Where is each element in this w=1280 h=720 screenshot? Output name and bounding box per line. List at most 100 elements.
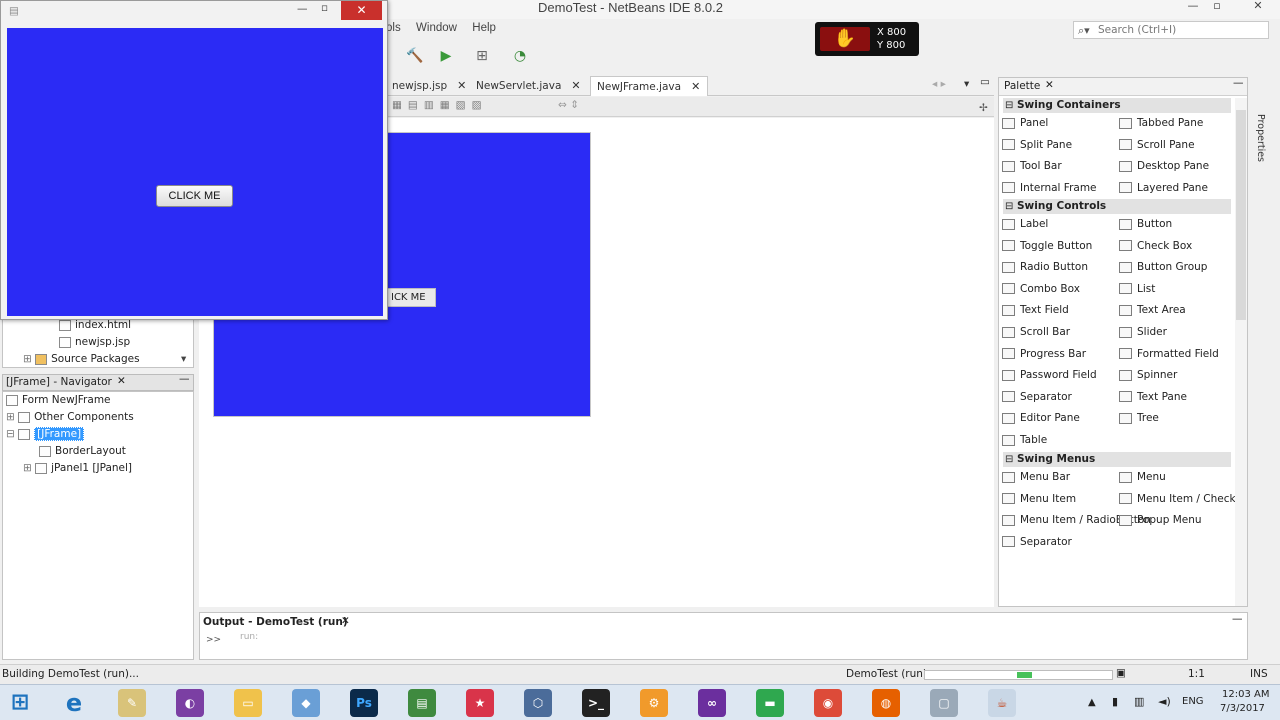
palette-item[interactable]: Button Group <box>1119 257 1207 277</box>
palette-item[interactable]: Label <box>1002 214 1048 234</box>
java-app-icon[interactable]: ☕ <box>988 689 1016 717</box>
palette-item[interactable]: Formatted Field <box>1119 344 1219 364</box>
category-swing-controls[interactable]: Swing Controls <box>1003 199 1231 214</box>
chrome-icon[interactable]: ◉ <box>814 689 842 717</box>
palette-item[interactable]: Layered Pane <box>1119 178 1208 198</box>
category-swing-menus[interactable]: Swing Menus <box>1003 452 1231 467</box>
profile-icon[interactable]: ◔ <box>508 45 532 67</box>
palette-item[interactable]: Spinner <box>1119 365 1177 385</box>
design-clickme-button[interactable]: ICK ME <box>386 288 436 307</box>
maximize-icon[interactable]: ▫ <box>321 2 328 14</box>
search-input[interactable]: ⌕▾ Search (Ctrl+I) <box>1073 21 1269 39</box>
palette-item[interactable]: Separator <box>1002 387 1072 407</box>
rerun-icon[interactable]: >> <box>206 635 221 645</box>
tree-item-other-components[interactable]: ⊞ Other Components <box>6 409 134 426</box>
palette-item[interactable]: Desktop Pane <box>1119 156 1209 176</box>
tree-item-source-packages[interactable]: ⊞ Source Packages <box>23 351 140 368</box>
palette-item[interactable]: Internal Frame <box>1002 178 1097 198</box>
tab-list-icon[interactable]: ▾ <box>964 78 969 90</box>
close-icon[interactable]: ✕ <box>341 615 350 627</box>
close-icon[interactable]: ✕ <box>691 80 700 93</box>
star-app-icon[interactable]: ★ <box>466 689 494 717</box>
palette-item[interactable]: Text Area <box>1119 300 1186 320</box>
palette-item[interactable]: Text Field <box>1002 300 1069 320</box>
minimize-icon[interactable]: — <box>297 3 308 15</box>
maximize-editor-icon[interactable]: ▭ <box>980 76 990 88</box>
palette-item[interactable]: Menu Item / CheckBox <box>1119 489 1247 509</box>
palette-item[interactable]: Separator <box>1002 532 1072 552</box>
properties-side-tab[interactable]: Properties <box>1252 96 1272 176</box>
tree-item-form[interactable]: Form NewJFrame <box>6 392 111 409</box>
palette-item[interactable]: Split Pane <box>1002 135 1072 155</box>
settings-gear-icon[interactable]: ⚙ <box>640 689 668 717</box>
palette-item[interactable]: Text Pane <box>1119 387 1187 407</box>
photoshop-icon[interactable]: Ps <box>350 689 378 717</box>
stop-task-icon[interactable]: ▣ <box>1116 667 1126 679</box>
minimize-icon[interactable]: — <box>1233 78 1244 89</box>
expand-icon[interactable]: ✢ <box>979 102 988 114</box>
align-tools-icon[interactable]: ▦▤▥▦▧▨ <box>392 99 488 111</box>
palette-item[interactable]: Password Field <box>1002 365 1097 385</box>
palette-item[interactable]: Tree <box>1119 408 1159 428</box>
maximize-icon[interactable]: ▫ <box>1205 0 1229 14</box>
run-icon[interactable]: ▶ <box>434 45 458 67</box>
debug-icon[interactable]: ⊞ <box>470 45 494 67</box>
palette-item[interactable]: Slider <box>1119 322 1167 342</box>
file-explorer-icon[interactable]: ▭ <box>234 689 262 717</box>
tree-item-jpanel1[interactable]: ⊞ jPanel1 [JPanel] <box>23 460 132 477</box>
palette-scrollbar[interactable] <box>1235 98 1247 606</box>
volume-icon[interactable]: ◄) <box>1158 695 1171 708</box>
palette-item[interactable]: Radio Button <box>1002 257 1088 277</box>
eclipse-icon[interactable]: ◐ <box>176 689 204 717</box>
tab-newjsp[interactable]: newjsp.jsp ✕ <box>386 76 466 96</box>
palette-item[interactable]: Button <box>1119 214 1172 234</box>
resize-tools-icon[interactable]: ⇔ ⇕ <box>558 99 579 111</box>
visual-studio-icon[interactable]: ∞ <box>698 689 726 717</box>
scroll-left-icon[interactable]: ◂ ▸ <box>932 78 946 90</box>
firefox-icon[interactable]: ◍ <box>872 689 900 717</box>
language-indicator[interactable]: ENG <box>1182 696 1204 707</box>
chat-app-icon[interactable]: ▬ <box>756 689 784 717</box>
palette-item[interactable]: Popup Menu <box>1119 510 1202 530</box>
network-icon[interactable]: ▥ <box>1134 695 1144 708</box>
category-swing-containers[interactable]: Swing Containers <box>1003 98 1231 113</box>
windows-start-icon[interactable]: ⊞ <box>6 689 34 717</box>
click-me-button[interactable]: CLICK ME <box>156 185 233 207</box>
tree-item-jframe[interactable]: ⊟ [JFrame] <box>6 426 85 443</box>
palette-item[interactable]: Scroll Bar <box>1002 322 1070 342</box>
clock-time[interactable]: 12:03 AM <box>1222 689 1269 700</box>
palette-item[interactable]: Panel <box>1002 113 1048 133</box>
close-icon[interactable]: ✕ <box>341 1 382 20</box>
palette-item[interactable]: Menu Bar <box>1002 467 1070 487</box>
ie-icon[interactable]: e <box>60 689 88 717</box>
battery-icon[interactable]: ▮ <box>1112 695 1118 708</box>
tab-newservlet[interactable]: NewServlet.java ✕ <box>470 76 586 96</box>
close-icon[interactable]: ✕ <box>117 375 126 387</box>
tree-item-borderlayout[interactable]: BorderLayout <box>39 443 126 460</box>
tools-icon[interactable]: ✎ <box>118 689 146 717</box>
scroll-down-icon[interactable]: ▾ <box>181 353 186 365</box>
scroll-thumb[interactable] <box>1236 110 1246 320</box>
minimize-icon[interactable]: — <box>1181 0 1205 14</box>
tree-item-newjsp[interactable]: newjsp.jsp <box>59 334 130 351</box>
palette-item[interactable]: Editor Pane <box>1002 408 1080 428</box>
close-icon[interactable]: ✕ <box>1240 0 1276 14</box>
palette-item[interactable]: Toggle Button <box>1002 236 1092 256</box>
close-icon[interactable]: ✕ <box>571 79 580 92</box>
close-icon[interactable]: ✕ <box>457 79 466 92</box>
clock-date[interactable]: 7/3/2017 <box>1220 703 1265 714</box>
minimize-icon[interactable]: — <box>179 373 190 385</box>
palette-item[interactable]: Table <box>1002 430 1047 450</box>
tab-newjframe[interactable]: NewJFrame.java ✕ <box>590 76 708 96</box>
cube-app-icon[interactable]: ⬡ <box>524 689 552 717</box>
palette-item[interactable]: Check Box <box>1119 236 1192 256</box>
running-jframe-window[interactable]: ▤ — ▫ ✕ CLICK ME <box>0 0 388 320</box>
minimize-icon[interactable]: — <box>1232 613 1243 625</box>
terminal-icon[interactable]: >_ <box>582 689 610 717</box>
clean-build-icon[interactable]: 🔨 <box>403 45 427 67</box>
palette-item[interactable]: Progress Bar <box>1002 344 1086 364</box>
palette-item[interactable]: Scroll Pane <box>1119 135 1195 155</box>
virtualbox-icon[interactable]: ◆ <box>292 689 320 717</box>
menu-help[interactable]: Help <box>472 22 496 34</box>
close-icon[interactable]: ✕ <box>1045 79 1054 91</box>
